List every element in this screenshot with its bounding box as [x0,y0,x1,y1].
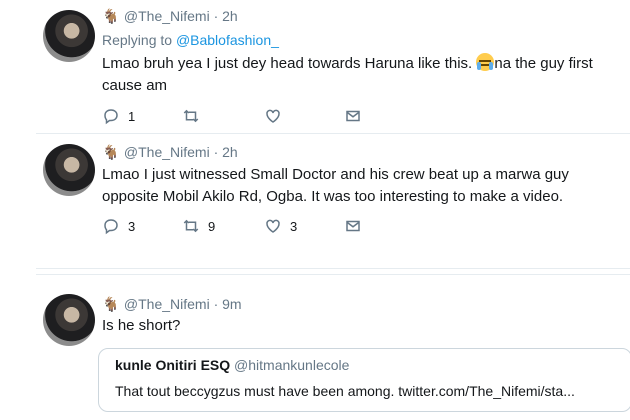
retweet-count: 9 [208,218,216,234]
goat-icon: 🐐 [102,296,120,312]
avatar[interactable] [43,10,95,62]
like-button[interactable]: 3 [264,216,297,236]
retweet-button[interactable] [182,106,200,126]
like-button[interactable] [264,106,282,126]
message-button[interactable] [344,216,362,236]
divider [36,274,630,275]
tweet-text-part: Lmao bruh yea I just dey head towards Ha… [102,55,477,72]
reply-icon [104,219,118,235]
replying-to-handle[interactable]: @Bablofashion_ [176,32,279,48]
timestamp[interactable]: · 9m [214,296,242,312]
retweet-icon [183,219,199,233]
tweet-header: 🐐 @The_Nifemi · 2h [102,6,238,26]
reply-icon [104,109,118,125]
avatar[interactable] [43,144,95,196]
replying-to: Replying to @Bablofashion_ [102,32,279,48]
quoted-author-name: kunle Onitiri ESQ [115,357,231,373]
tweet-header: 🐐 @The_Nifemi · 9m [102,294,242,314]
tweet[interactable]: 🐐 @The_Nifemi · 2h Lmao I just witnessed… [38,134,630,266]
goat-icon: 🐐 [102,144,120,160]
quoted-tweet[interactable]: kunle Onitiri ESQ @hitmankunlecole That … [98,348,630,412]
heart-icon [266,219,280,233]
loudly-crying-face-icon [476,53,495,71]
divider [36,268,630,269]
reply-button[interactable]: 1 [102,106,135,126]
tweet-actions: 1 [102,106,402,126]
envelope-icon [346,110,360,122]
goat-icon: 🐐 [102,8,120,24]
tweet-header: 🐐 @The_Nifemi · 2h [102,142,238,162]
like-count: 3 [290,218,298,234]
replying-to-label: Replying to [102,32,176,48]
quoted-author-handle: @hitmankunlecole [234,357,350,373]
timestamp[interactable]: · 2h [214,144,238,160]
reply-count: 1 [128,108,136,124]
tweet[interactable]: 🐐 @The_Nifemi · 2h Replying to @Bablofas… [38,0,630,130]
timestamp[interactable]: · 2h [214,8,238,24]
quoted-author: kunle Onitiri ESQ @hitmankunlecole [115,357,349,373]
user-handle[interactable]: @The_Nifemi [124,8,210,24]
envelope-icon [346,220,360,232]
retweet-button[interactable]: 9 [182,216,215,236]
message-button[interactable] [344,106,362,126]
heart-icon [266,109,280,123]
user-handle[interactable]: @The_Nifemi [124,144,210,160]
tweet-text: Lmao I just witnessed Small Doctor and h… [102,166,569,205]
retweet-icon [183,109,199,123]
quoted-text: That tout beccygzus must have been among… [115,383,575,399]
reply-count: 3 [128,218,136,234]
tweet-text: Is he short? [102,317,181,334]
tweet-text: Lmao bruh yea I just dey head towards Ha… [102,53,602,97]
avatar[interactable] [43,294,95,346]
reply-button[interactable]: 3 [102,216,135,236]
tweet-actions: 3 9 3 [102,216,402,236]
user-handle[interactable]: @The_Nifemi [124,296,210,312]
